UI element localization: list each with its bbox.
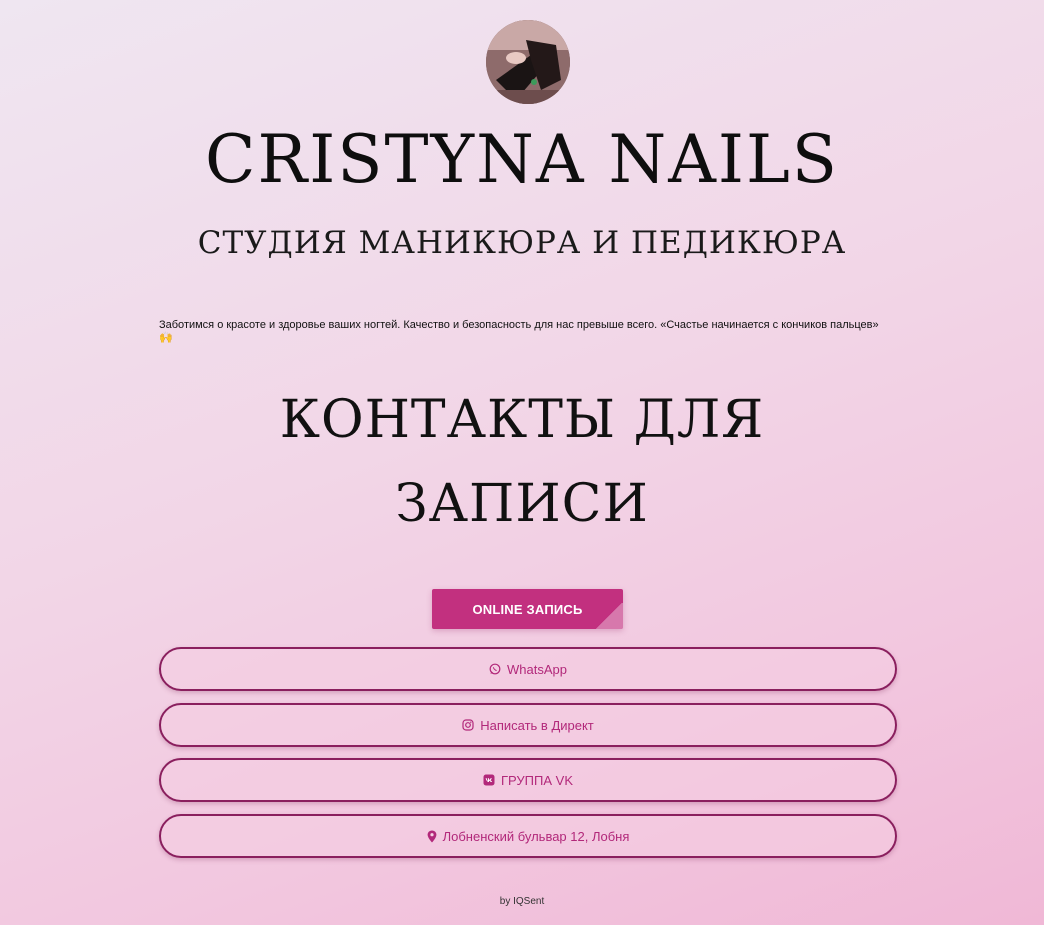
profile-description: Заботимся о красоте и здоровье ваших ног… [159, 319, 879, 344]
instagram-icon [462, 719, 474, 731]
contacts-heading-line2: ЗАПИСИ [395, 474, 649, 534]
footer-credit[interactable]: by IQSent [0, 896, 1044, 907]
vk-group-label: ГРУППА VK [501, 772, 573, 788]
whatsapp-icon [489, 663, 501, 675]
whatsapp-button[interactable]: WhatsApp [159, 647, 897, 691]
contacts-heading: КОНТАКТЫ ДЛЯ ЗАПИСИ [0, 378, 1044, 546]
page-subtitle: СТУДИЯ МАНИКЮРА И ПЕДИКЮРА [197, 225, 847, 261]
online-booking-button[interactable]: ONLINE ЗАПИСЬ [432, 589, 623, 629]
contacts-heading-line1: КОНТАКТЫ ДЛЯ [279, 390, 765, 450]
vk-icon [483, 774, 495, 786]
page-title: CRISTYNA NAILS [205, 121, 839, 198]
instagram-direct-label: Написать в Директ [480, 717, 594, 733]
avatar-photo [486, 20, 570, 104]
address-label: Лобненский бульвар 12, Лобня [442, 828, 630, 844]
location-pin-icon [427, 830, 437, 843]
avatar [486, 20, 570, 104]
vk-group-button[interactable]: ГРУППА VK [159, 758, 897, 802]
instagram-direct-button[interactable]: Написать в Директ [159, 703, 897, 747]
address-button[interactable]: Лобненский бульвар 12, Лобня [159, 814, 897, 858]
button-corner-decoration [595, 603, 623, 629]
whatsapp-label: WhatsApp [507, 661, 567, 677]
online-booking-label: ONLINE ЗАПИСЬ [472, 601, 583, 617]
